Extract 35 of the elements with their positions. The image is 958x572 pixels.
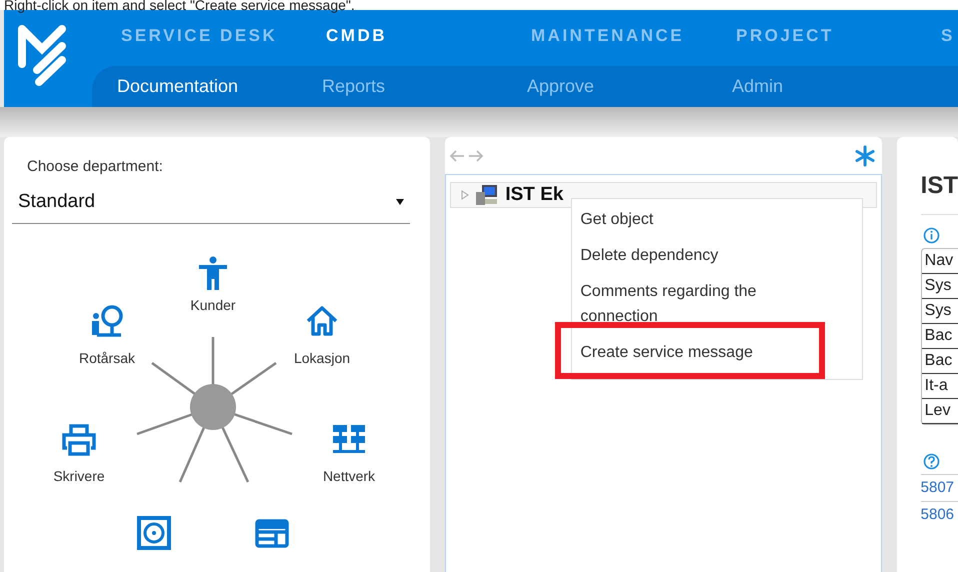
record-link[interactable]: 5806 <box>920 501 958 528</box>
tree-item-label: IST Ek <box>505 184 564 206</box>
field-name: Nav <box>922 249 958 274</box>
main-tab[interactable]: CMDB <box>326 26 387 46</box>
person-circle-icon[interactable] <box>89 303 125 339</box>
department-dropdown[interactable]: Standard <box>12 185 410 224</box>
details-title: IST <box>920 172 958 215</box>
sub-tab[interactable]: Reports <box>322 76 386 97</box>
field-name: Lev <box>922 399 958 424</box>
node-label: Nettverk <box>322 468 376 484</box>
field-name: Bac <box>922 324 958 349</box>
logo-icon[interactable] <box>17 24 67 86</box>
node-label: Kunder <box>190 297 236 313</box>
field-name: Sys <box>922 299 958 324</box>
printer-icon[interactable] <box>61 422 97 458</box>
info-icon <box>922 227 940 244</box>
node-label: Lokasjon <box>294 350 350 366</box>
menu-item[interactable]: Comments regarding the connection <box>572 276 798 337</box>
node-label: Rotårsak <box>78 350 136 366</box>
snowflake-icon[interactable] <box>854 144 876 166</box>
sub-tab[interactable]: Documentation <box>117 76 238 97</box>
house-icon[interactable] <box>304 303 340 339</box>
computer-icon <box>475 184 500 206</box>
menu-item[interactable]: Create service message <box>572 337 848 373</box>
node-label: Skrivere <box>53 468 105 484</box>
record-link[interactable]: 5807 <box>920 474 958 501</box>
dropdown-caret-icon <box>396 199 404 205</box>
sub-tab[interactable]: Approve <box>527 76 594 97</box>
sub-tab[interactable]: Admin <box>732 76 784 97</box>
field-name: It-a <box>922 374 958 399</box>
help-icon <box>922 453 940 470</box>
field-label: Choose department: <box>27 158 164 175</box>
field-name: Sys <box>922 274 958 299</box>
field-name: Bac <box>922 349 958 374</box>
menu-item[interactable]: Delete dependency <box>572 240 798 276</box>
